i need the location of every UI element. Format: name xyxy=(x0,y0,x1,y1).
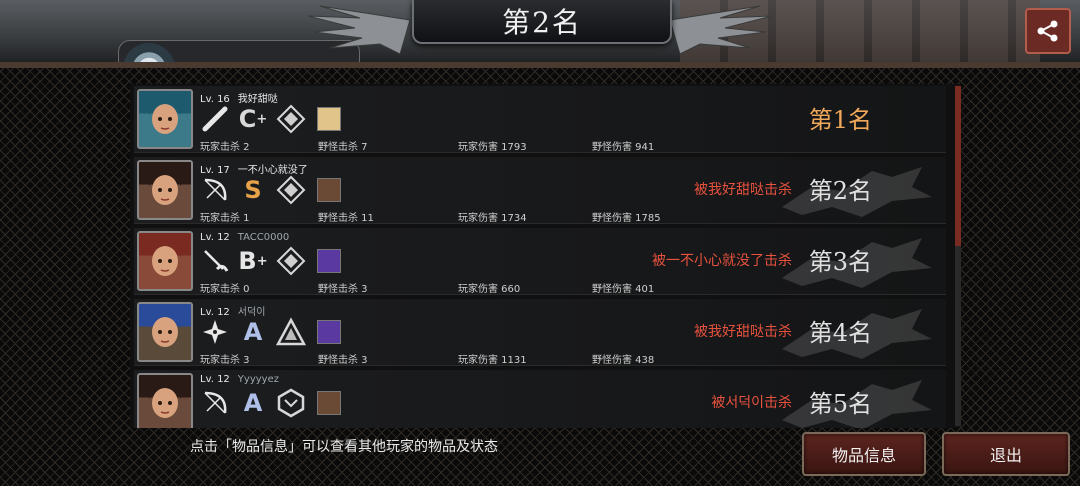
scrollbar[interactable] xyxy=(955,86,961,426)
grade-letter: C xyxy=(238,105,257,133)
portrait-icon xyxy=(147,98,183,147)
bow-icon[interactable] xyxy=(200,388,230,418)
grade-letter: B xyxy=(238,247,257,275)
grade-badge: A xyxy=(238,317,268,347)
diamond-armor-icon[interactable] xyxy=(276,246,306,276)
exit-button[interactable]: 退出 xyxy=(942,432,1070,476)
monster-kills: 野怪击杀 3 xyxy=(318,355,368,366)
scrollbar-thumb[interactable] xyxy=(955,86,961,246)
item-trap-icon[interactable] xyxy=(314,175,344,205)
rank-label: 第3名 xyxy=(808,248,872,276)
shuriken-icon[interactable] xyxy=(200,317,230,347)
left-wing-ornament-icon xyxy=(307,5,410,55)
player-name: Yyyyyez xyxy=(237,374,279,385)
rank-label: 第5名 xyxy=(808,390,872,418)
bow-icon[interactable] xyxy=(200,175,230,205)
killed-by-text: 被我好甜哒击杀 xyxy=(694,182,792,198)
sickle-icon[interactable] xyxy=(200,246,230,276)
player-level-name: Lv. 12 서덕이 xyxy=(200,303,265,318)
player-avatar[interactable] xyxy=(137,302,193,362)
killed-by-text: 被서덕이击杀 xyxy=(711,395,792,411)
bat-icon[interactable] xyxy=(200,104,230,134)
portrait-icon xyxy=(147,240,183,289)
item-scroll-icon[interactable] xyxy=(314,104,344,134)
item-trap-icon[interactable] xyxy=(314,388,344,418)
monster-damage: 野怪伤害 1785 xyxy=(592,213,661,224)
killed-by-text: 被一不小心就没了击杀 xyxy=(652,253,792,269)
monster-kills: 野怪击杀 7 xyxy=(318,142,368,153)
player-avatar[interactable] xyxy=(137,373,193,428)
player-damage: 玩家伤害 660 xyxy=(458,284,521,295)
player-damage: 玩家伤害 1734 xyxy=(458,213,527,224)
rank-label: 第1名 xyxy=(808,106,872,134)
item-cat-icon[interactable] xyxy=(314,246,344,276)
portrait-icon xyxy=(147,169,183,218)
loadout: C + xyxy=(200,104,344,134)
player-row[interactable]: Lv. 12 TACC0000 B + 玩家击杀 0 野怪击杀 3 玩家伤害 660… xyxy=(134,228,946,295)
grade-badge: A xyxy=(238,388,268,418)
grade-plus: + xyxy=(256,111,268,127)
player-level-name: Lv. 17 一不小心就没了 xyxy=(200,161,308,176)
loadout: A xyxy=(200,317,344,347)
right-wing-ornament-icon xyxy=(670,5,773,55)
grade-letter: A xyxy=(243,318,263,346)
grade-badge: S xyxy=(238,175,268,205)
diamond-armor-icon[interactable] xyxy=(276,104,306,134)
rank-label: 第2名 xyxy=(808,177,872,205)
player-damage: 玩家伤害 1131 xyxy=(458,355,527,366)
player-level: Lv. 12 xyxy=(200,232,230,243)
placement-title: 第2名 xyxy=(502,6,582,39)
player-level-name: Lv. 12 TACC0000 xyxy=(200,232,289,243)
triangle-armor-icon[interactable] xyxy=(276,317,306,347)
loadout: S xyxy=(200,175,344,205)
player-level-name: Lv. 12 Yyyyyez xyxy=(200,374,279,385)
monster-kills: 野怪击杀 3 xyxy=(318,284,368,295)
share-icon xyxy=(1037,20,1058,42)
footer-hint: 点击「物品信息」可以查看其他玩家的物品及状态 xyxy=(190,439,498,455)
loadout: B + xyxy=(200,246,344,276)
grade-badge: B + xyxy=(238,246,268,276)
share-button[interactable] xyxy=(1025,8,1071,54)
grade-badge: C + xyxy=(238,104,268,134)
killed-by-text: 被我好甜哒击杀 xyxy=(694,324,792,340)
player-kills: 玩家击杀 1 xyxy=(200,213,250,224)
player-row[interactable]: Lv. 12 Yyyyyez A 被서덕이击杀 第5名 xyxy=(134,370,946,428)
player-damage: 玩家伤害 1793 xyxy=(458,142,527,153)
portrait-icon xyxy=(147,311,183,360)
monster-kills: 野怪击杀 11 xyxy=(318,213,374,224)
grade-plus: + xyxy=(256,253,268,269)
ranking-list[interactable]: Lv. 16 我好甜哒 C + 玩家击杀 2 野怪击杀 7 玩家伤害 1793 野怪… xyxy=(130,84,960,428)
frame-bar xyxy=(0,62,1080,68)
player-kills: 玩家击杀 2 xyxy=(200,142,250,153)
player-row[interactable]: Lv. 17 一不小心就没了 S 玩家击杀 1 野怪击杀 11 玩家伤害 1734… xyxy=(134,157,946,224)
player-level-name: Lv. 16 我好甜哒 xyxy=(200,90,278,105)
rank-label: 第4名 xyxy=(808,319,872,347)
item-cat-icon[interactable] xyxy=(314,317,344,347)
item-info-button[interactable]: 物品信息 xyxy=(802,432,926,476)
monster-damage: 野怪伤害 941 xyxy=(592,142,655,153)
player-kills: 玩家击杀 0 xyxy=(200,284,250,295)
player-kills: 玩家击杀 3 xyxy=(200,355,250,366)
monster-damage: 野怪伤害 438 xyxy=(592,355,655,366)
hex-armor-icon[interactable] xyxy=(276,388,306,418)
diamond-armor-icon[interactable] xyxy=(276,175,306,205)
grade-letter: S xyxy=(244,176,262,204)
player-avatar[interactable] xyxy=(137,89,193,149)
player-row[interactable]: Lv. 12 서덕이 A 玩家击杀 3 野怪击杀 3 玩家伤害 1131 野怪伤害… xyxy=(134,299,946,366)
player-level: Lv. 12 xyxy=(200,374,230,385)
player-name: TACC0000 xyxy=(237,232,290,243)
placement-banner: 第2名 xyxy=(412,0,672,44)
grade-letter: A xyxy=(243,389,263,417)
portrait-icon xyxy=(147,382,183,428)
player-row[interactable]: Lv. 16 我好甜哒 C + 玩家击杀 2 野怪击杀 7 玩家伤害 1793 野怪… xyxy=(134,86,946,153)
loadout: A xyxy=(200,388,344,418)
monster-damage: 野怪伤害 401 xyxy=(592,284,655,295)
player-avatar[interactable] xyxy=(137,160,193,220)
player-avatar[interactable] xyxy=(137,231,193,291)
